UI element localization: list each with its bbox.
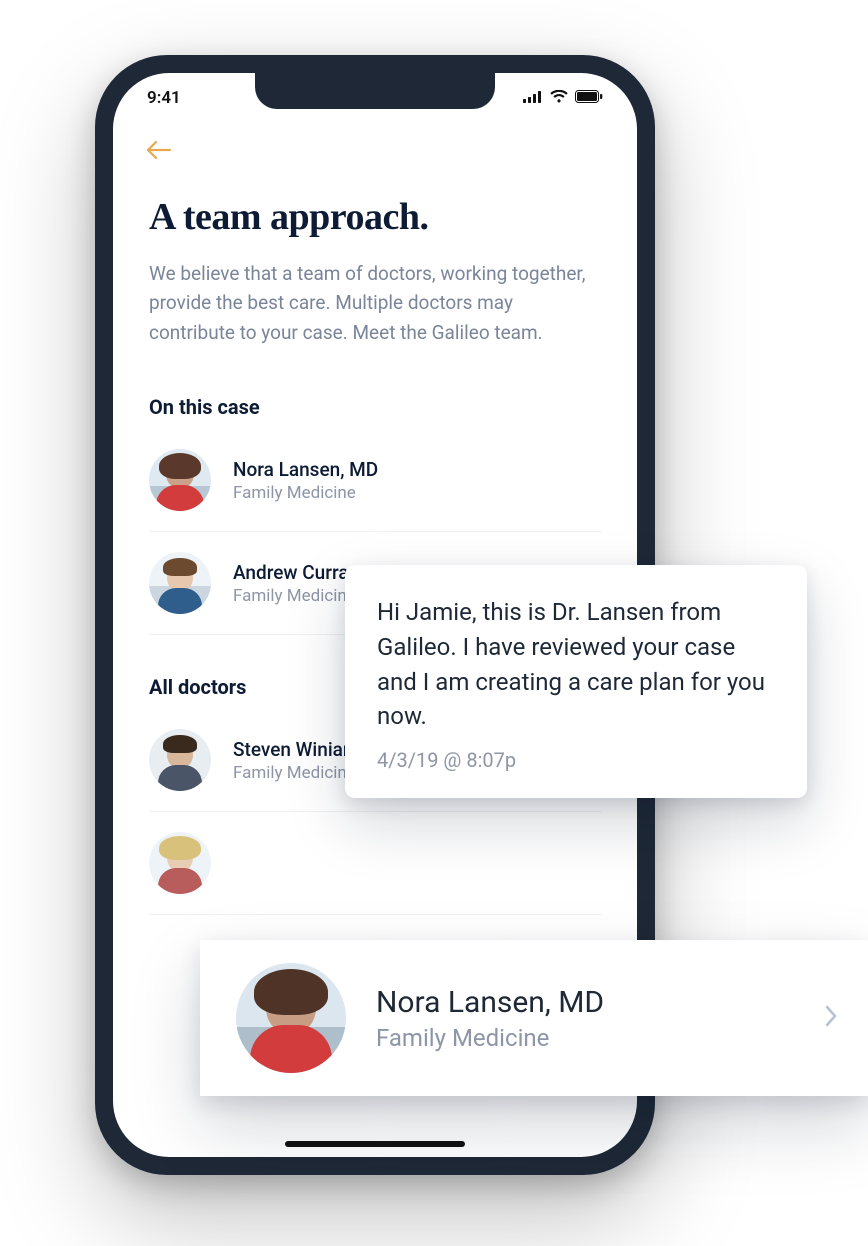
profile-card[interactable]: Nora Lansen, MD Family Medicine [200, 940, 868, 1096]
section-heading-case: On this case [149, 395, 601, 419]
profile-specialty: Family Medicine [376, 1024, 604, 1052]
status-time: 9:41 [147, 88, 181, 108]
back-button[interactable] [145, 139, 601, 165]
doctor-row[interactable] [149, 812, 601, 915]
avatar [149, 449, 211, 511]
message-timestamp: 4/3/19 @ 8:07p [377, 748, 775, 772]
message-text: Hi Jamie, this is Dr. Lansen from Galile… [377, 595, 775, 734]
wifi-icon [550, 88, 568, 108]
avatar [149, 552, 211, 614]
doctor-info: Nora Lansen, MD Family Medicine [233, 458, 378, 503]
message-card: Hi Jamie, this is Dr. Lansen from Galile… [345, 565, 807, 798]
status-bar: 9:41 [113, 73, 637, 123]
profile-info: Nora Lansen, MD Family Medicine [376, 985, 604, 1052]
page-title: A team approach. [149, 195, 601, 239]
profile-name: Nora Lansen, MD [376, 985, 604, 1020]
avatar [236, 963, 346, 1073]
chevron-right-icon [824, 1004, 838, 1032]
home-indicator [285, 1141, 465, 1147]
avatar [149, 832, 211, 894]
doctor-name: Nora Lansen, MD [233, 458, 378, 481]
battery-icon [575, 88, 603, 108]
status-indicators [523, 88, 603, 108]
doctor-specialty: Family Medicine [233, 483, 378, 503]
avatar [149, 729, 211, 791]
signal-icon [523, 88, 543, 108]
page-intro: We believe that a team of doctors, worki… [149, 259, 589, 347]
doctor-row[interactable]: Nora Lansen, MD Family Medicine [149, 429, 601, 532]
